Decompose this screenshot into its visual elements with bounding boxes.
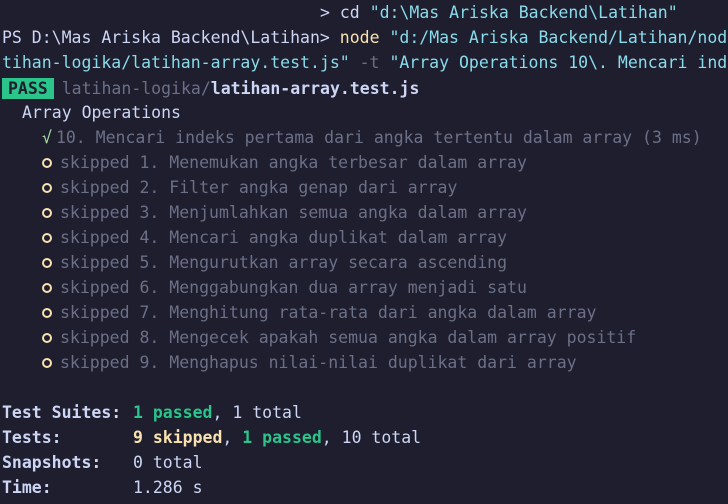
skipped-test-row: skipped 8. Mengecek apakah semua angka d… bbox=[42, 325, 636, 350]
pass-badge: PASS bbox=[2, 78, 54, 99]
test-name-flag: -t bbox=[349, 53, 390, 72]
passed-test-label: 10. Mencari indeks pertama dari angka te… bbox=[55, 128, 702, 147]
tests-skipped: 9 skipped bbox=[133, 428, 223, 447]
skipped-circle-icon bbox=[42, 157, 52, 168]
suite-name: Array Operations bbox=[22, 103, 181, 122]
test-file-dir: latihan-logika/ bbox=[61, 79, 211, 98]
skipped-prefix: skipped bbox=[60, 203, 130, 222]
node-command: node bbox=[339, 28, 380, 47]
skipped-test-label: 9. Menghapus nilai-nilai duplikat dari a… bbox=[139, 353, 577, 372]
skipped-test-label: 1. Menemukan angka terbesar dalam array bbox=[139, 153, 527, 172]
cd-command: > cd bbox=[320, 3, 360, 22]
suites-passed: 1 passed bbox=[133, 403, 213, 422]
suites-label: Test Suites: bbox=[2, 403, 122, 422]
skipped-test-row: skipped 9. Menghapus nilai-nilai duplika… bbox=[42, 350, 577, 375]
skipped-test-row: skipped 5. Mengurutkan array secara asce… bbox=[42, 250, 507, 275]
skipped-test-row: skipped 2. Filter angka genap dari array bbox=[42, 175, 457, 200]
snapshots-value: 0 total bbox=[133, 453, 203, 472]
summary-time: Time: 1.286 s bbox=[2, 475, 203, 500]
summary-snapshots: Snapshots: 0 total bbox=[2, 450, 203, 475]
test-file-result: PASS latihan-logika/latihan-array.test.js bbox=[2, 76, 419, 101]
test-file-name: latihan-array.test.js bbox=[210, 79, 420, 98]
skipped-circle-icon bbox=[42, 357, 52, 368]
node-argument: "d:/Mas Ariska Backend/Latihan/nod bbox=[389, 28, 728, 47]
skipped-test-row: skipped 1. Menemukan angka terbesar dala… bbox=[42, 150, 527, 175]
skipped-test-row: skipped 3. Menjumlahkan semua angka dala… bbox=[42, 200, 527, 225]
skipped-circle-icon bbox=[42, 232, 52, 243]
skipped-prefix: skipped bbox=[60, 228, 130, 247]
skipped-prefix: skipped bbox=[60, 178, 130, 197]
summary-tests: Tests: 9 skipped, 1 passed, 10 total bbox=[2, 425, 421, 450]
skipped-prefix: skipped bbox=[60, 278, 130, 297]
tests-total: , 10 total bbox=[321, 428, 422, 447]
skipped-test-label: 5. Mengurutkan array secara ascending bbox=[139, 253, 508, 272]
cd-argument: "d:\Mas Ariska Backend\Latihan" bbox=[369, 3, 678, 22]
skipped-circle-icon bbox=[42, 307, 52, 318]
skipped-test-row: skipped 6. Menggabungkan dua array menja… bbox=[42, 275, 527, 300]
skipped-test-label: 6. Menggabungkan dua array menjadi satu bbox=[139, 278, 527, 297]
skipped-test-label: 8. Mengecek apakah semua angka dalam arr… bbox=[139, 328, 637, 347]
skipped-prefix: skipped bbox=[60, 253, 130, 272]
skipped-circle-icon bbox=[42, 207, 52, 218]
skipped-test-label: 3. Menjumlahkan semua angka dalam array bbox=[139, 203, 527, 222]
skipped-test-label: 7. Menghitung rata-rata dari angka dalam… bbox=[139, 303, 597, 322]
skipped-test-row: skipped 4. Mencari angka duplikat dalam … bbox=[42, 225, 507, 250]
tests-passed: 1 passed bbox=[242, 428, 322, 447]
skipped-circle-icon bbox=[42, 257, 52, 268]
skipped-prefix: skipped bbox=[60, 153, 130, 172]
check-icon: √ bbox=[42, 128, 52, 147]
command-line-node: PS D:\Mas Ariska Backend\Latihan> node "… bbox=[2, 25, 727, 50]
skipped-prefix: skipped bbox=[60, 328, 130, 347]
node-argument-wrapped: tihan-logika/latihan-array.test.js" bbox=[2, 53, 350, 72]
time-label: Time: bbox=[2, 478, 52, 497]
suites-total: , 1 total bbox=[212, 403, 302, 422]
skipped-circle-icon bbox=[42, 182, 52, 193]
skipped-prefix: skipped bbox=[60, 303, 130, 322]
command-line-wrap: tihan-logika/latihan-array.test.js" -t "… bbox=[2, 50, 727, 75]
snapshots-label: Snapshots: bbox=[2, 453, 102, 472]
passed-test-row: √ 10. Mencari indeks pertama dari angka t… bbox=[42, 125, 702, 150]
skipped-prefix: skipped bbox=[60, 353, 130, 372]
skipped-test-label: 2. Filter angka genap dari array bbox=[139, 178, 458, 197]
tests-separator: , bbox=[222, 428, 243, 447]
test-name-pattern: "Array Operations 10\. Mencari ind bbox=[389, 53, 728, 72]
ps-prompt: PS D:\Mas Ariska Backend\Latihan> bbox=[2, 28, 330, 47]
time-value: 1.286 s bbox=[133, 478, 203, 497]
terminal-panel[interactable]: > cd "d:\Mas Ariska Backend\Latihan" PS … bbox=[0, 0, 728, 504]
skipped-circle-icon bbox=[42, 282, 52, 293]
skipped-circle-icon bbox=[42, 332, 52, 343]
tests-label: Tests: bbox=[2, 428, 62, 447]
skipped-test-row: skipped 7. Menghitung rata-rata dari ang… bbox=[42, 300, 596, 325]
command-line-cd: > cd "d:\Mas Ariska Backend\Latihan" bbox=[320, 0, 678, 25]
summary-test-suites: Test Suites: 1 passed, 1 total bbox=[2, 400, 302, 425]
skipped-test-label: 4. Mencari angka duplikat dalam array bbox=[139, 228, 508, 247]
